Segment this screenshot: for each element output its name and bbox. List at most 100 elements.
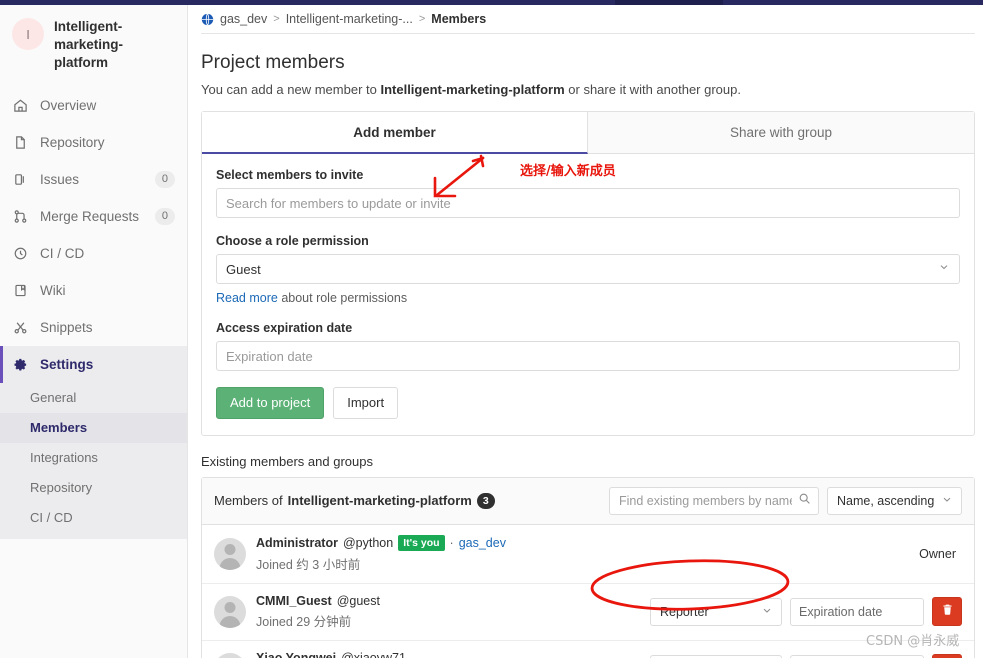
globe-icon — [201, 13, 214, 26]
read-more-link[interactable]: Read more — [216, 291, 278, 305]
member-role-value: Reporter — [660, 604, 709, 619]
member-group-link[interactable]: gas_dev — [459, 536, 506, 550]
member-name: Xiao Yongwei — [256, 650, 337, 658]
sidebar-item-label: Issues — [40, 171, 80, 187]
breadcrumb-separator: > — [273, 13, 280, 25]
gear-icon — [12, 356, 29, 373]
member-actions: Owner — [919, 547, 962, 561]
scissors-icon — [12, 319, 29, 336]
role-permission-value[interactable] — [216, 254, 960, 284]
form-actions: Add to project Import — [216, 387, 960, 419]
add-member-form: Select members to invite Choose a role p… — [202, 154, 974, 435]
member-tabs: Add member Share with group — [202, 112, 974, 154]
breadcrumb-group[interactable]: gas_dev — [220, 12, 267, 26]
member-identity: CMMI_Guest @guest — [256, 594, 650, 608]
tab-add-member[interactable]: Add member — [202, 112, 588, 154]
member-expiration-input[interactable] — [790, 654, 924, 658]
sidebar-item-repository[interactable]: Repository — [0, 124, 187, 161]
member-actions: Master — [650, 654, 962, 658]
sidebar-item-label: CI / CD — [40, 245, 85, 261]
delete-member-button[interactable] — [932, 654, 962, 658]
existing-members-section-title: Existing members and groups — [201, 453, 373, 469]
members-filters: Name, ascending — [609, 486, 962, 515]
member-search-wrapper — [609, 486, 819, 515]
member-joined: Joined 29 分钟前 — [256, 614, 352, 629]
member-role-static: Owner — [919, 546, 956, 561]
sidebar-subitem-repository[interactable]: Repository — [0, 473, 187, 503]
table-row: Administrator @python It's you · gas_dev… — [202, 525, 974, 584]
avatar — [214, 652, 246, 658]
existing-members-card: Members of Intelligent-marketing-platfor… — [201, 476, 975, 658]
role-permission-hint: Read more about role permissions — [216, 291, 960, 305]
sidebar-item-label: Settings — [40, 356, 94, 372]
project-avatar: I — [12, 18, 44, 50]
table-row: CMMI_Guest @guest Joined 29 分钟前 Reporter — [202, 584, 974, 641]
sidebar-item-merge-requests[interactable]: Merge Requests 0 — [0, 198, 187, 235]
sidebar-subitem-integrations[interactable]: Integrations — [0, 443, 187, 473]
member-info: Administrator @python It's you · gas_dev… — [256, 534, 919, 573]
sidebar-item-overview[interactable]: Overview — [0, 87, 187, 124]
member-actions: Reporter — [650, 597, 962, 627]
issues-count-badge: 0 — [154, 170, 175, 188]
add-to-project-button[interactable]: Add to project — [216, 387, 325, 419]
its-you-badge: It's you — [398, 534, 445, 551]
project-sidebar: I Intelligent-marketing-platform Overvie… — [0, 5, 188, 658]
sidebar-item-settings[interactable]: Settings — [0, 345, 187, 383]
sidebar-nav: Overview Repository Issues 0 Merge Reque… — [0, 87, 187, 539]
member-handle: @xiaoyw71 — [341, 650, 406, 658]
member-info: CMMI_Guest @guest Joined 29 分钟前 — [256, 594, 650, 630]
breadcrumb-project[interactable]: Intelligent-marketing-... — [286, 12, 413, 26]
breadcrumb-separator: > — [418, 13, 426, 25]
access-expiration-input[interactable] — [216, 341, 960, 371]
sidebar-item-label: Wiki — [40, 282, 66, 298]
book-icon — [12, 282, 29, 299]
member-count-badge: 3 — [476, 492, 495, 509]
sidebar-item-label: Overview — [40, 97, 97, 113]
sidebar-item-label: Snippets — [40, 319, 93, 335]
members-of-project: Intelligent-marketing-platform — [287, 493, 472, 509]
member-sort-select[interactable]: Name, ascending — [827, 486, 962, 515]
members-of-title: Members of Intelligent-marketing-platfor… — [214, 492, 495, 509]
member-identity: Xiao Yongwei @xiaoyw71 — [256, 651, 650, 658]
page-subtitle-pre: You can add a new member to — [201, 82, 381, 97]
merge-request-icon — [12, 208, 29, 225]
members-of-prefix: Members of — [214, 493, 283, 509]
project-name: Intelligent-marketing-platform — [54, 19, 124, 71]
member-sort-value: Name, ascending — [837, 493, 935, 508]
member-search-input[interactable] — [609, 486, 819, 515]
settings-submenu: General Members Integrations Repository … — [0, 382, 187, 539]
role-permission-select[interactable] — [216, 254, 960, 284]
member-role-select[interactable]: Master — [650, 654, 782, 658]
sidebar-item-issues[interactable]: Issues 0 — [0, 161, 187, 198]
page-subtitle: You can add a new member to Intelligent-… — [189, 74, 983, 97]
sidebar-subitem-ci-cd[interactable]: CI / CD — [0, 503, 187, 533]
member-expiration-input[interactable] — [790, 597, 924, 626]
main-content: gas_dev > Intelligent-marketing-... > Me… — [189, 5, 983, 658]
member-handle: @python — [342, 535, 394, 550]
document-icon — [12, 134, 29, 151]
issues-icon — [12, 171, 29, 188]
member-handle: @guest — [336, 593, 380, 608]
page-subtitle-project: Intelligent-marketing-platform — [380, 82, 565, 97]
member-name: CMMI_Guest — [256, 593, 332, 608]
project-header[interactable]: I Intelligent-marketing-platform — [0, 5, 187, 83]
breadcrumb-current: Members — [431, 12, 487, 26]
role-permission-label: Choose a role permission — [216, 234, 369, 248]
sidebar-subitem-members[interactable]: Members — [0, 412, 187, 443]
sidebar-subitem-general[interactable]: General — [0, 383, 187, 413]
table-row: Xiao Yongwei @xiaoyw71 Joined 43 分钟前 Mas… — [202, 641, 974, 658]
sidebar-item-wiki[interactable]: Wiki — [0, 272, 187, 309]
member-role-select[interactable]: Reporter — [650, 597, 782, 626]
home-icon — [12, 97, 29, 114]
sidebar-item-snippets[interactable]: Snippets — [0, 309, 187, 346]
delete-member-button[interactable] — [932, 597, 962, 627]
select-members-input[interactable] — [216, 188, 960, 218]
page-subtitle-post: or share it with another group. — [564, 82, 741, 97]
sidebar-item-ci-cd[interactable]: CI / CD — [0, 235, 187, 272]
chevron-down-icon — [761, 604, 773, 619]
rocket-icon — [12, 245, 29, 262]
existing-members-header: Members of Intelligent-marketing-platfor… — [202, 477, 974, 525]
tab-share-with-group[interactable]: Share with group — [588, 112, 974, 153]
import-button[interactable]: Import — [333, 387, 399, 419]
read-more-rest: about role permissions — [277, 291, 408, 305]
